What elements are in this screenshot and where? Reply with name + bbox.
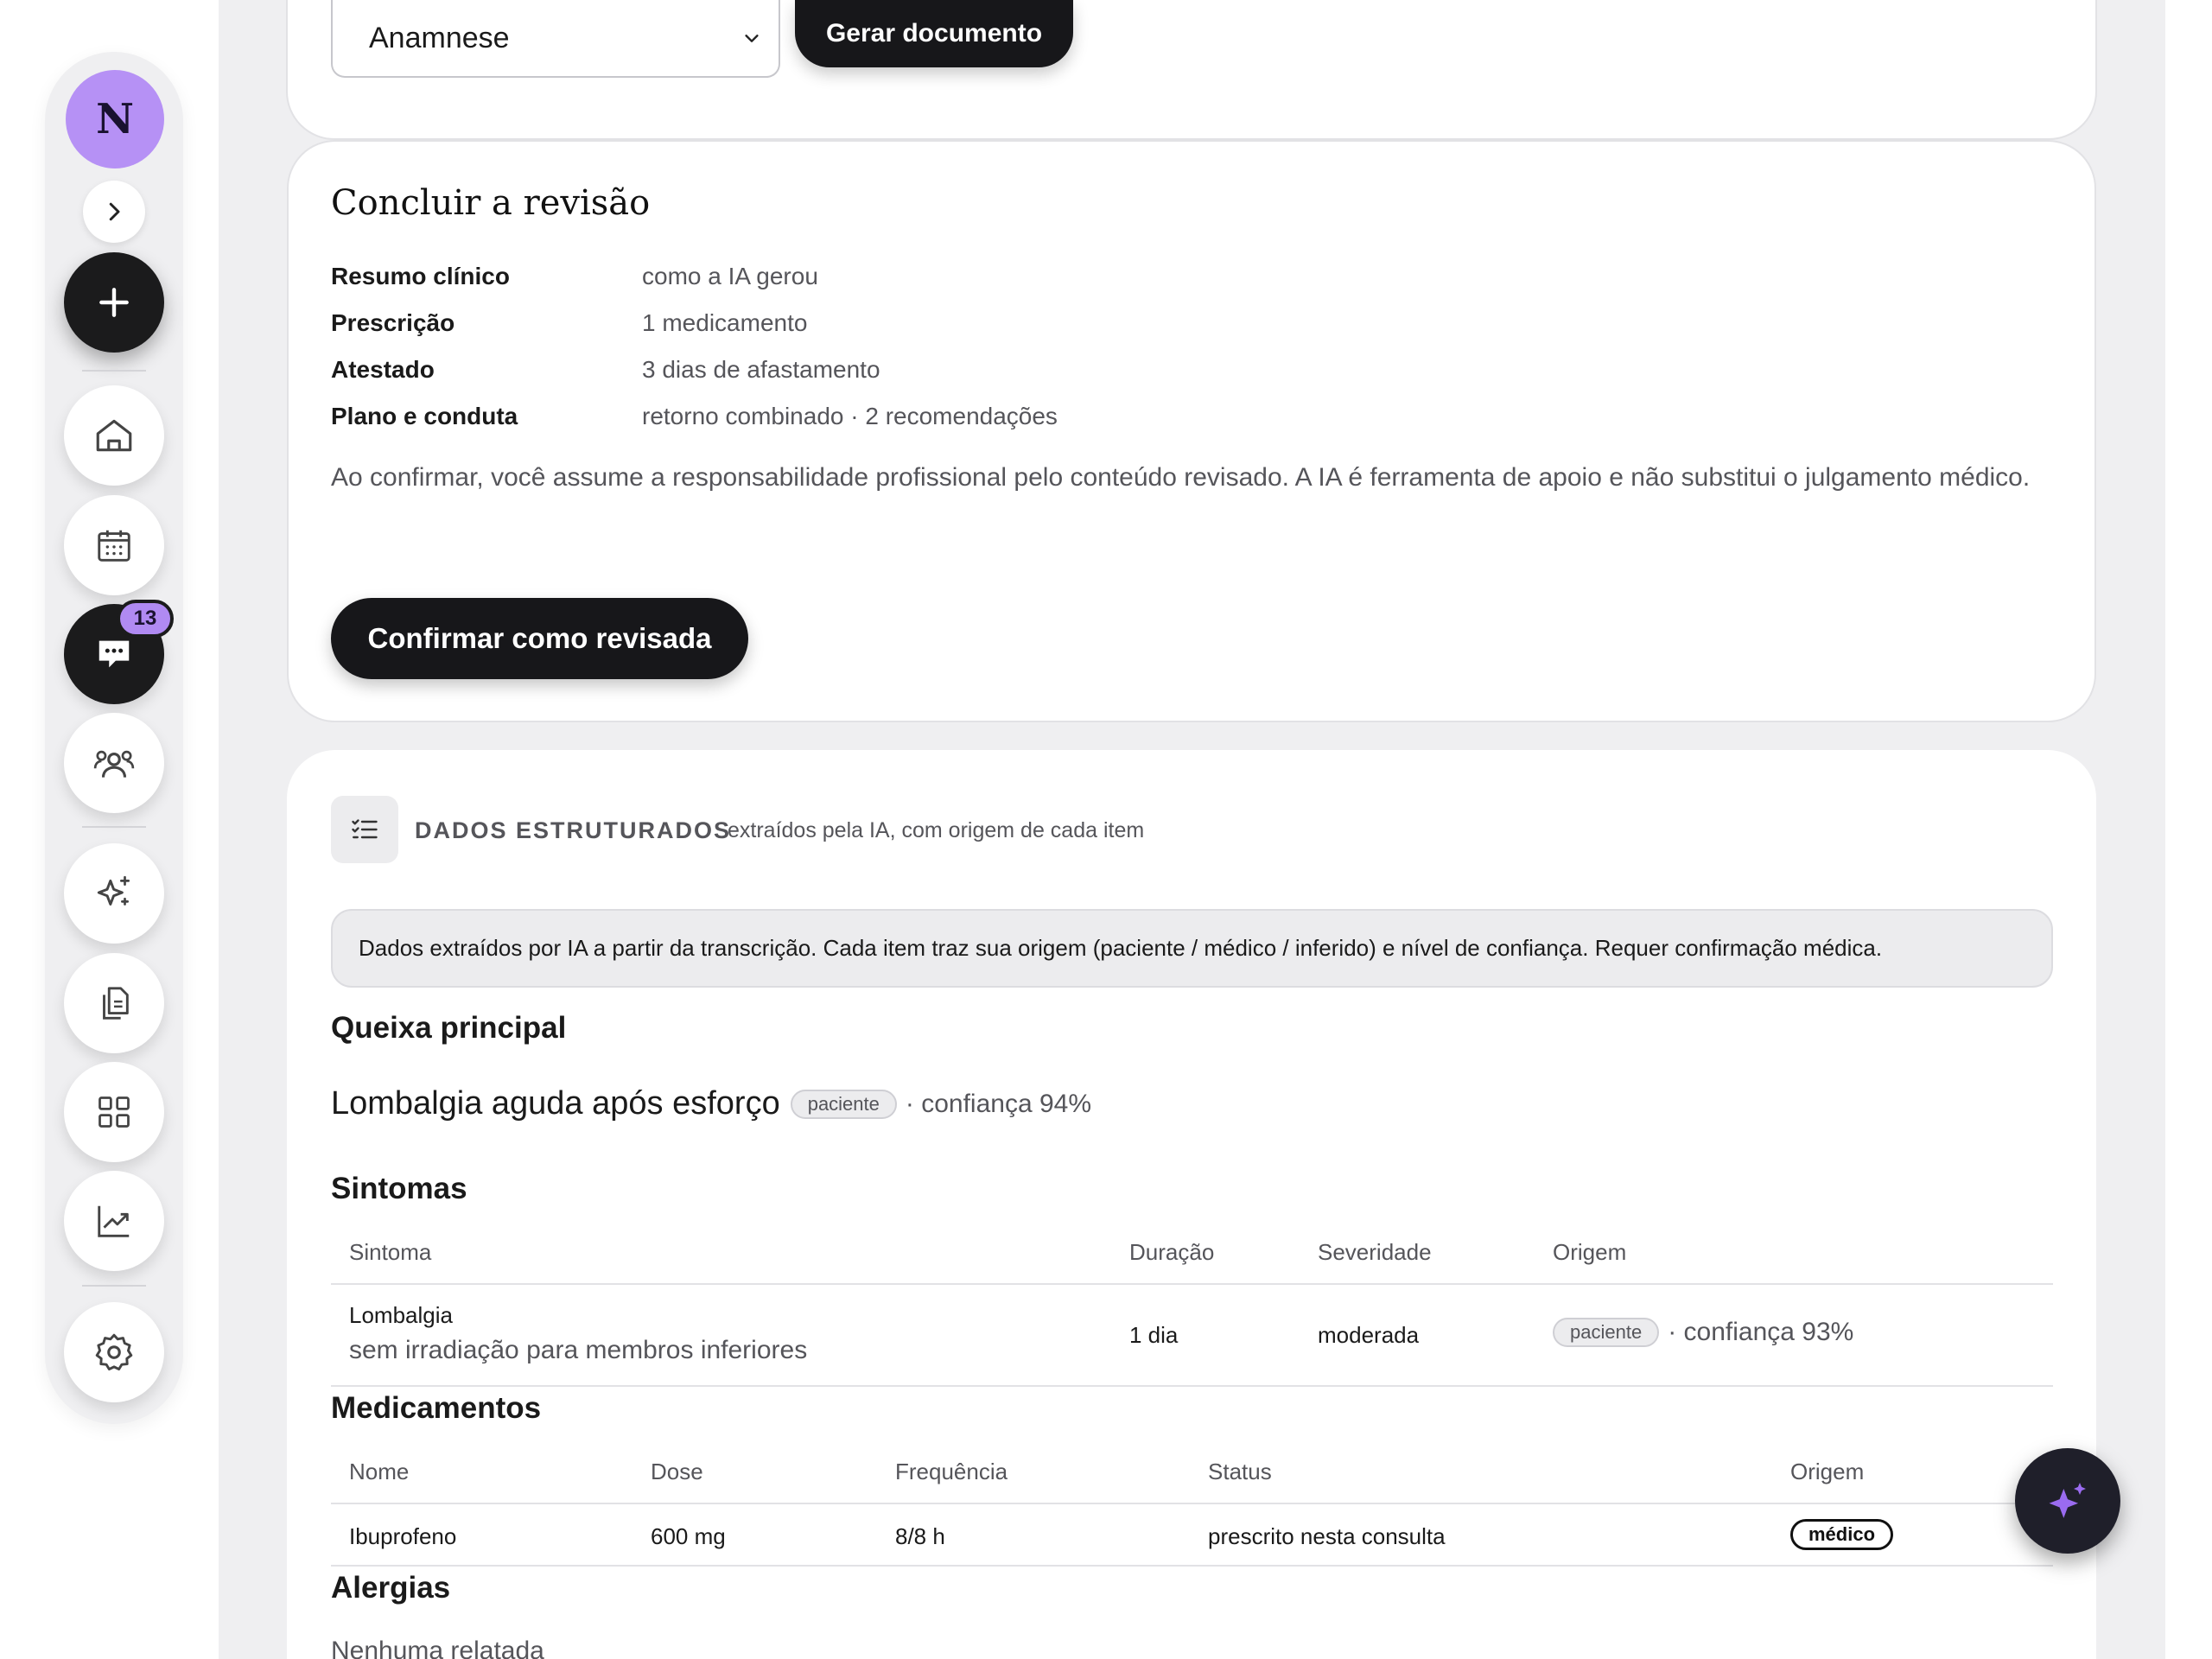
table-divider [331, 1283, 2053, 1285]
messages-badge: 13 [117, 600, 174, 638]
right-edge [2165, 0, 2212, 1659]
new-button[interactable] [64, 252, 164, 353]
sidebar-item-patients[interactable] [64, 713, 164, 813]
review-value: 1 medicamento [642, 309, 808, 336]
review-label: Plano e conduta [331, 403, 518, 429]
sparkle-icon [97, 875, 130, 906]
column-header: Sintoma [349, 1239, 432, 1265]
medication-dose: 600 mg [651, 1523, 726, 1549]
sidebar-divider [82, 1285, 146, 1287]
section-icon [331, 796, 398, 863]
column-header: Duração [1129, 1239, 1215, 1265]
column-header: Origem [1790, 1459, 1865, 1484]
symptom-origin: paciente · confiança 93% [1553, 1318, 1853, 1347]
responsibility-disclaimer: Ao confirmar, você assume a responsabili… [331, 463, 2031, 492]
notice-text: Dados extraídos por IA a partir da trans… [359, 935, 1883, 961]
column-header: Nome [349, 1459, 410, 1484]
document-type-value: Anamnese [369, 21, 510, 54]
chat-icon [99, 640, 130, 668]
sidebar-divider [82, 370, 146, 372]
review-value: retorno combinado · 2 recomendações [642, 403, 1058, 429]
origin-badge: médico [1790, 1519, 1894, 1550]
expand-sidebar-button[interactable] [83, 181, 145, 243]
complaint-text: Lombalgia aguda após esforço [331, 1085, 780, 1122]
symptom-duration: 1 dia [1129, 1322, 1179, 1348]
review-label: Resumo clínico [331, 263, 510, 289]
calendar-icon [98, 530, 130, 562]
symptom-detail: sem irradiação para membros inferiores [349, 1336, 808, 1364]
table-divider [331, 1385, 2053, 1387]
people-icon [93, 750, 135, 778]
gear-icon [95, 1333, 133, 1371]
ai-sparkle-icon [2049, 1483, 2086, 1518]
medication-frequency: 8/8 h [895, 1523, 945, 1549]
symptom-severity: moderada [1318, 1322, 1420, 1348]
medication-name: Ibuprofeno [349, 1523, 457, 1549]
sidebar-item-settings[interactable] [64, 1302, 164, 1402]
medication-status: prescrito nesta consulta [1208, 1523, 1446, 1549]
document-type-select[interactable]: Anamnese [331, 0, 780, 78]
plus-icon [99, 288, 129, 317]
chart-icon [98, 1205, 130, 1237]
home-icon [96, 419, 132, 452]
generate-document-button[interactable]: Gerar documento [795, 0, 1073, 67]
confidence-text: · confiança 93% [1668, 1318, 1854, 1346]
sidebar-item-apps[interactable] [64, 1062, 164, 1162]
sidebar-item-documents[interactable] [64, 953, 164, 1053]
documents-icon [103, 987, 129, 1020]
table-divider [331, 1565, 2053, 1567]
review-value: como a IA gerou [642, 263, 818, 289]
complaint-heading: Queixa principal [331, 1011, 567, 1045]
section-subtitle: extraídos pela IA, com origem de cada it… [728, 818, 1145, 842]
checklist-icon [352, 819, 378, 839]
chevron-right-icon [109, 202, 120, 221]
column-header: Status [1208, 1459, 1272, 1484]
chevron-down-icon [745, 35, 759, 42]
sidebar-item-ai[interactable] [64, 843, 164, 944]
column-header: Dose [651, 1459, 703, 1484]
avatar[interactable]: N [66, 70, 164, 168]
review-label: Prescrição [331, 309, 455, 336]
allergies-heading: Alergias [331, 1571, 451, 1605]
symptoms-heading: Sintomas [331, 1172, 467, 1205]
grid-icon [99, 1096, 130, 1128]
column-header: Origem [1553, 1239, 1627, 1265]
table-divider [331, 1503, 2053, 1504]
sidebar-divider [82, 826, 146, 828]
review-label: Atestado [331, 356, 435, 383]
column-header: Severidade [1318, 1239, 1432, 1265]
confirm-reviewed-button[interactable]: Confirmar como revisada [331, 598, 748, 679]
symptom-name: Lombalgia [349, 1302, 453, 1328]
review-title: Concluir a revisão [331, 183, 651, 223]
medications-heading: Medicamentos [331, 1391, 542, 1425]
sidebar-item-home[interactable] [64, 385, 164, 486]
ai-assistant-button[interactable] [2015, 1448, 2120, 1554]
ai-extraction-notice: Dados extraídos por IA a partir da trans… [331, 909, 2053, 988]
sidebar-item-calendar[interactable] [64, 495, 164, 595]
confidence-text: · confiança 94% [905, 1089, 1092, 1118]
review-value: 3 dias de afastamento [642, 356, 880, 383]
allergies-value: Nenhuma relatada [331, 1637, 544, 1659]
medication-origin: médico [1790, 1519, 1894, 1550]
origin-badge: paciente [1553, 1318, 1660, 1347]
origin-badge: paciente [790, 1089, 897, 1119]
main-complaint: Lombalgia aguda após esforço paciente · … [331, 1085, 1091, 1122]
column-header: Frequência [895, 1459, 1008, 1484]
sidebar-item-reports[interactable] [64, 1171, 164, 1271]
section-title: DADOS ESTRUTURADOS [415, 817, 732, 843]
